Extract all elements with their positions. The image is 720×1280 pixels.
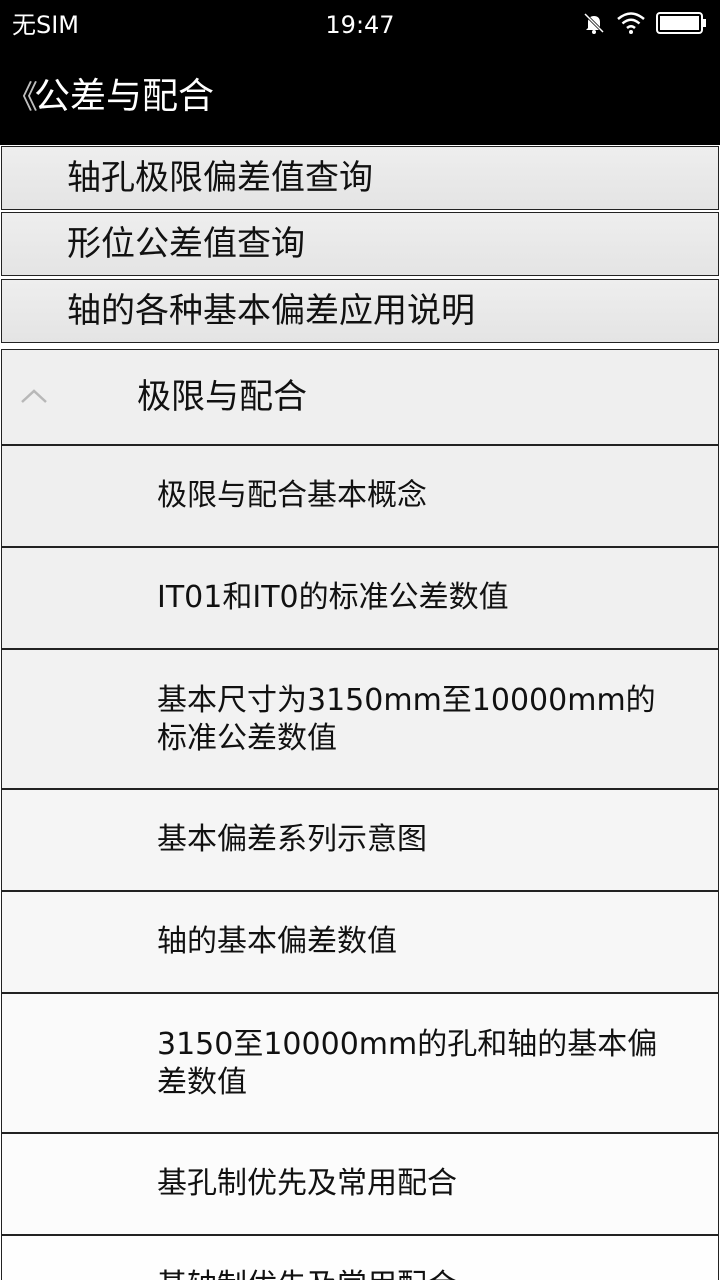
page-title: 公差与配合 — [34, 76, 215, 117]
menu-item-shaft-deviation-usage[interactable]: 轴的各种基本偏差应用说明 — [1, 279, 719, 343]
group-header-label: 极限与配合 — [137, 377, 307, 417]
list-item-label: IT01和IT0的标准公差数值 — [157, 580, 509, 615]
content-list[interactable]: 轴孔极限偏差值查询 形位公差值查询 轴的各种基本偏差应用说明 极限与配合 极限与… — [0, 145, 720, 1280]
chevron-up-icon — [20, 388, 48, 408]
list-item-label: 轴的基本偏差数值 — [157, 924, 397, 959]
menu-item-label: 形位公差值查询 — [67, 224, 305, 264]
menu-item-label: 轴的各种基本偏差应用说明 — [67, 291, 475, 331]
list-item[interactable]: 基轴制优先及常用配合 — [1, 1235, 719, 1280]
list-item[interactable]: 基本尺寸为3150mm至10000mm的标准公差数值 — [1, 649, 719, 789]
list-item-label: 3150至10000mm的孔和轴的基本偏差数值 — [157, 1027, 658, 1100]
status-icons — [582, 10, 708, 40]
list-item-label: 基本偏差系列示意图 — [157, 822, 427, 857]
list-item[interactable]: 3150至10000mm的孔和轴的基本偏差数值 — [1, 993, 719, 1133]
list-item[interactable]: IT01和IT0的标准公差数值 — [1, 547, 719, 649]
battery-icon — [656, 11, 708, 39]
list-item-label: 基轴制优先及常用配合 — [157, 1267, 678, 1280]
menu-item-axis-hole-limit-deviation[interactable]: 轴孔极限偏差值查询 — [1, 146, 719, 210]
menu-item-form-position-tolerance[interactable]: 形位公差值查询 — [1, 212, 719, 276]
list-item[interactable]: 基孔制优先及常用配合 — [1, 1133, 719, 1235]
mute-bell-icon — [582, 11, 606, 39]
list-item-label: 极限与配合基本概念 — [157, 478, 427, 513]
list-item[interactable]: 轴的基本偏差数值 — [1, 891, 719, 993]
wifi-icon — [616, 11, 646, 39]
status-bar: 无SIM 19:47 — [0, 0, 720, 50]
navigation-bar: 《 公差与配合 — [0, 50, 720, 145]
list-item[interactable]: 基本偏差系列示意图 — [1, 789, 719, 891]
list-item-label: 基本尺寸为3150mm至10000mm的标准公差数值 — [157, 683, 656, 756]
menu-item-label: 轴孔极限偏差值查询 — [67, 158, 373, 198]
list-item-label: 基孔制优先及常用配合 — [157, 1166, 457, 1201]
group-header-limits-and-fits[interactable]: 极限与配合 — [1, 349, 719, 445]
list-item[interactable]: 极限与配合基本概念 — [1, 445, 719, 547]
